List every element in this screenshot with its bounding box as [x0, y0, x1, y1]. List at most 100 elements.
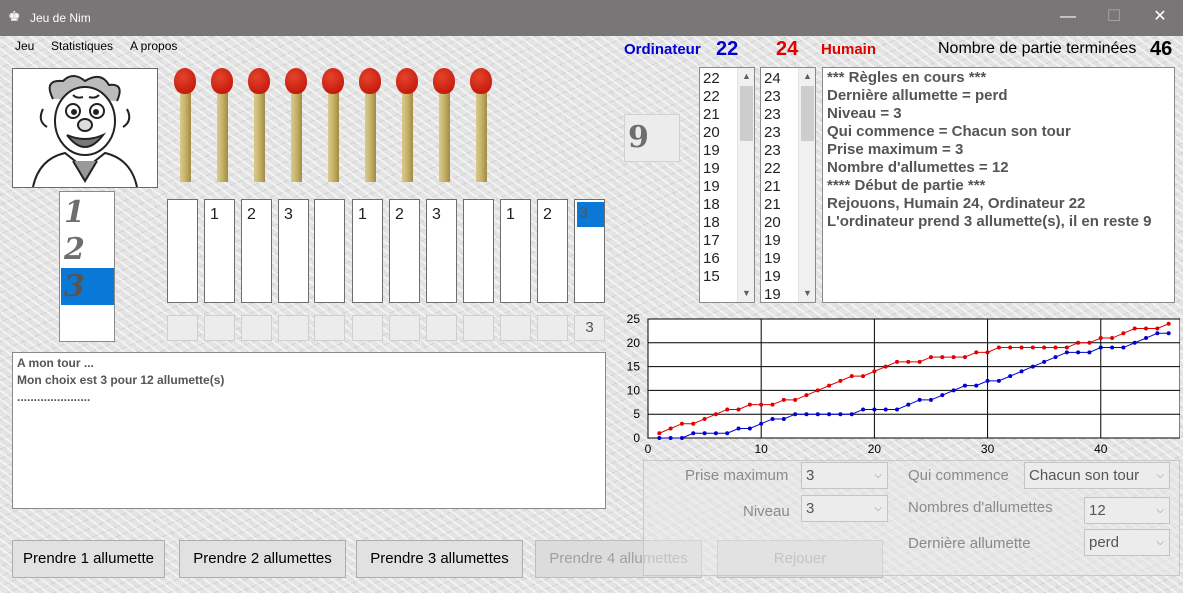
data-point [1076, 340, 1081, 345]
take-1-button[interactable]: Prendre 1 allumette [12, 540, 165, 578]
list-entry[interactable]: 23 [764, 106, 781, 124]
data-point [838, 412, 843, 417]
menu-statistiques[interactable]: Statistiques [51, 38, 113, 54]
move-slot-value: 2 [543, 206, 552, 223]
list-entry[interactable]: 19 [764, 232, 781, 250]
derniere-allumette-label: Dernière allumette [908, 535, 1031, 552]
move-slot: 1 [204, 199, 235, 303]
match-head [359, 68, 381, 94]
match-head [248, 68, 270, 94]
data-point [895, 359, 900, 364]
scroll-thumb[interactable] [740, 86, 753, 141]
humain-label: Humain [821, 41, 877, 58]
list-entry[interactable]: 23 [764, 124, 781, 142]
scrollbar[interactable]: ▲ ▼ [737, 68, 754, 302]
take-2-button[interactable]: Prendre 2 allumettes [179, 540, 346, 578]
data-point [1121, 345, 1126, 350]
scroll-up-icon[interactable]: ▲ [738, 68, 754, 85]
derniere-allumette-select[interactable]: perd ⌵ [1084, 529, 1170, 556]
scroll-up-icon[interactable]: ▲ [799, 68, 815, 85]
list-entry[interactable]: 23 [764, 88, 781, 106]
x-tick-label: 20 [868, 442, 882, 456]
prise-maximum-label: Prise maximum [685, 467, 789, 484]
qui-commence-select[interactable]: Chacun son tour ⌵ [1024, 462, 1170, 489]
move-slot-value: 1 [506, 206, 515, 223]
list-entry[interactable]: 21 [764, 196, 781, 214]
score-chart: 0 5 10 15 20 25 0 10 20 30 40 [627, 312, 1180, 456]
list-entry[interactable]: 15 [703, 268, 720, 286]
rules-textbox[interactable]: *** Règles en cours *** Dernière allumett… [822, 67, 1175, 303]
maximize-button[interactable]: ☐ [1091, 0, 1137, 36]
data-point [713, 412, 718, 417]
data-point [906, 402, 911, 407]
list-entry[interactable]: 24 [764, 70, 781, 88]
list-entry[interactable]: 19 [703, 142, 720, 160]
data-point [1098, 345, 1103, 350]
choice-panel[interactable]: 1 2 3 [59, 191, 115, 342]
list-entry[interactable]: 18 [703, 196, 720, 214]
x-tick-label: 40 [1094, 442, 1108, 456]
list-entry[interactable]: 21 [703, 106, 720, 124]
ordinateur-history-list[interactable]: 22 22 21 20 19 19 19 18 18 17 16 15 ▲ ▼ [699, 67, 755, 303]
list-entry[interactable]: 18 [703, 214, 720, 232]
data-point [1144, 336, 1149, 341]
data-point [1110, 336, 1115, 341]
scroll-down-icon[interactable]: ▼ [738, 285, 754, 302]
list-entry[interactable]: 23 [764, 142, 781, 160]
list-entry[interactable]: 19 [703, 160, 720, 178]
choice-1[interactable]: 1 [61, 194, 114, 231]
list-entry[interactable]: 19 [764, 286, 781, 302]
list-entry[interactable]: 22 [703, 88, 720, 106]
list-entry[interactable]: 16 [703, 250, 720, 268]
data-point [1042, 345, 1047, 350]
list-entry[interactable]: 21 [764, 178, 781, 196]
list-entry[interactable]: 17 [703, 232, 720, 250]
list-items: 24 23 23 23 23 22 21 21 20 19 19 19 19 [764, 70, 781, 302]
close-button[interactable]: ✕ [1137, 0, 1183, 36]
list-entry[interactable]: 22 [703, 70, 720, 88]
match-stick [174, 68, 196, 182]
x-tick-label: 30 [981, 442, 995, 456]
minimize-button[interactable]: — [1045, 0, 1091, 36]
list-entry[interactable]: 19 [764, 268, 781, 286]
niveau-select[interactable]: 3 ⌵ [801, 495, 888, 522]
ordinateur-label: Ordinateur [624, 41, 701, 58]
x-tick-label: 0 [645, 442, 652, 456]
list-entry[interactable]: 20 [764, 214, 781, 232]
choice-2[interactable]: 2 [61, 231, 114, 268]
menu-jeu[interactable]: Jeu [15, 38, 34, 54]
choice-3-selected[interactable]: 3 [61, 268, 114, 305]
prise-maximum-select[interactable]: 3 ⌵ [801, 462, 888, 489]
data-point [996, 378, 1001, 383]
list-entry[interactable]: 20 [703, 124, 720, 142]
move-slot: 3 [426, 199, 457, 303]
data-point [917, 359, 922, 364]
data-point [691, 421, 696, 426]
move-slot: 1 [352, 199, 383, 303]
data-point [1144, 326, 1149, 331]
data-point [702, 431, 707, 436]
move-slot: 3 [574, 199, 605, 303]
scroll-down-icon[interactable]: ▼ [799, 285, 815, 302]
menu-a-propos[interactable]: A propos [130, 38, 177, 54]
data-point [940, 355, 945, 360]
data-point [804, 412, 809, 417]
data-point [962, 383, 967, 388]
humain-history-list[interactable]: 24 23 23 23 23 22 21 21 20 19 19 19 19 ▲ ▼ [760, 67, 816, 303]
take-3-button[interactable]: Prendre 3 allumettes [356, 540, 523, 578]
qui-commence-label: Qui commence [908, 467, 1009, 484]
nombre-allumettes-select[interactable]: 12 ⌵ [1084, 497, 1170, 524]
data-point [872, 369, 877, 374]
scrollbar[interactable]: ▲ ▼ [798, 68, 815, 302]
list-entry[interactable]: 19 [703, 178, 720, 196]
scroll-thumb[interactable] [801, 86, 814, 141]
match-head [285, 68, 307, 94]
list-entry[interactable]: 22 [764, 160, 781, 178]
data-point [1008, 345, 1013, 350]
data-point [770, 402, 775, 407]
list-entry[interactable]: 19 [764, 250, 781, 268]
move-slot-value: 1 [358, 206, 367, 223]
match-stick [248, 68, 270, 182]
data-point [759, 402, 764, 407]
data-point [1019, 345, 1024, 350]
